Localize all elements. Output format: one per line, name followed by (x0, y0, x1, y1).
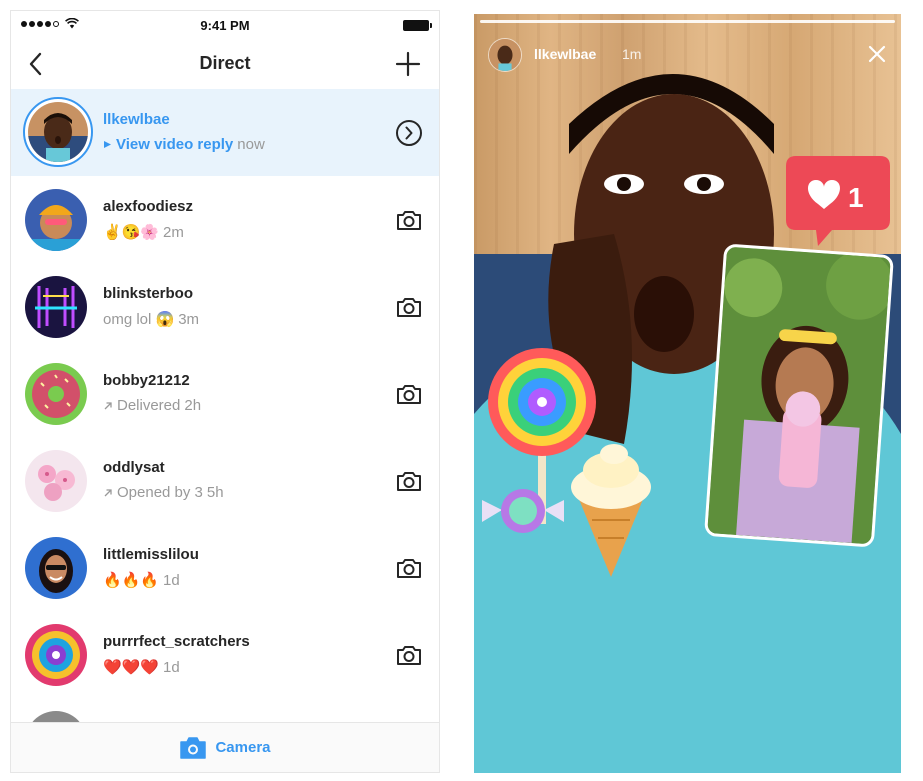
thread-username: blinksterboo (103, 285, 194, 302)
thread-row-oddlysat[interactable]: oddlysat Opened by 3 5h (11, 437, 439, 524)
thread-username: oddlysat (103, 459, 165, 476)
thread-username: littlemisslilou (103, 546, 199, 563)
avatar[interactable] (25, 624, 87, 686)
thread-time: 1d (163, 658, 180, 676)
camera-icon[interactable] (395, 554, 423, 582)
thread-time: 5h (206, 484, 224, 501)
battery-icon (403, 20, 432, 31)
nav-bar: Direct (11, 39, 439, 89)
avatar[interactable] (25, 450, 87, 512)
like-count: 1 (848, 182, 864, 213)
candy-sticker[interactable] (478, 482, 568, 542)
camera-icon[interactable] (179, 736, 207, 760)
message-preview: ✌️😘🌸 (103, 224, 160, 241)
play-triangle-icon (104, 141, 111, 148)
thread-time: 2h (184, 397, 202, 414)
ice-cream-sticker[interactable] (556, 442, 666, 582)
thread-row-llkewlbae[interactable]: llkewlbae View video reply now (11, 89, 439, 176)
thread-row-purrrfect-scratchers[interactable]: purrrfect_scratchers ❤️❤️❤️ 1d (11, 611, 439, 698)
avatar[interactable] (25, 276, 87, 338)
thread-time: 1d (163, 571, 180, 589)
like-notification-bubble (786, 156, 890, 246)
thread-time: 2m (163, 223, 184, 241)
avatar[interactable] (25, 363, 87, 425)
thread-row-blinksterboo[interactable]: blinksterboo omg lol 😱 3m (11, 263, 439, 350)
message-preview: ❤️❤️❤️ (103, 659, 160, 676)
thread-subtitle: 🔥🔥🔥 1d (103, 571, 180, 590)
thread-row-bobby21212[interactable]: bobby21212 Delivered 2h (11, 350, 439, 437)
thread-time: now (237, 136, 265, 153)
story-time: 1m (622, 46, 642, 62)
camera-icon[interactable] (395, 293, 423, 321)
page-title: Direct (199, 53, 251, 73)
message-status: Opened by 3 (117, 484, 203, 501)
status-time: 9:41 PM (200, 18, 250, 33)
camera-icon[interactable] (395, 380, 423, 408)
direct-inbox-screen: 9:41 PM Direct llkewlbae View video repl… (10, 10, 440, 773)
avatar[interactable] (28, 102, 88, 162)
camera-bar[interactable]: Camera (11, 722, 439, 772)
thread-subtitle: Delivered 2h (103, 397, 201, 414)
message-preview: 🔥🔥🔥 (103, 572, 160, 589)
avatar[interactable] (25, 189, 87, 251)
view-video-reply-link[interactable]: View video reply (116, 136, 233, 153)
close-icon[interactable] (867, 44, 887, 64)
thread-subtitle: ✌️😘🌸 2m (103, 223, 184, 242)
thread-time: 3m (178, 310, 200, 328)
video-reply-card[interactable] (703, 243, 895, 548)
thread-username: bobby21212 (103, 372, 190, 389)
camera-icon[interactable] (395, 641, 423, 669)
thread-username: purrrfect_scratchers (103, 633, 250, 650)
story-username[interactable]: llkewlbae (534, 46, 596, 62)
thread-row-alexfoodiesz[interactable]: alexfoodiesz ✌️😘🌸 2m (11, 176, 439, 263)
avatar[interactable] (25, 537, 87, 599)
camera-icon[interactable] (395, 206, 423, 234)
status-bar: 9:41 PM (11, 11, 439, 39)
story-viewer-screen[interactable]: llkewlbae 1m 1 (474, 14, 901, 773)
message-status: Delivered (117, 397, 181, 414)
sent-arrow-icon (104, 488, 112, 496)
thread-subtitle: View video reply now (103, 136, 265, 153)
chevron-right-circle-icon[interactable] (395, 119, 423, 147)
thread-subtitle: ❤️❤️❤️ 1d (103, 658, 180, 677)
story-progress-bar (480, 20, 895, 23)
thread-subtitle: Opened by 3 5h (103, 484, 224, 501)
sent-arrow-icon (104, 401, 112, 409)
message-preview: omg lol 😱 (103, 311, 175, 328)
thread-username: alexfoodiesz (103, 198, 194, 215)
camera-icon[interactable] (395, 467, 423, 495)
thread-subtitle: omg lol 😱 3m (103, 310, 200, 329)
thread-row-littlemisslilou[interactable]: littlemisslilou 🔥🔥🔥 1d (11, 524, 439, 611)
thread-username: llkewlbae (103, 111, 170, 128)
plus-icon[interactable] (395, 51, 421, 77)
thread-list: llkewlbae View video reply now alexfoodi… (11, 89, 439, 728)
avatar[interactable] (488, 38, 522, 72)
camera-button-label[interactable]: Camera (215, 739, 270, 756)
